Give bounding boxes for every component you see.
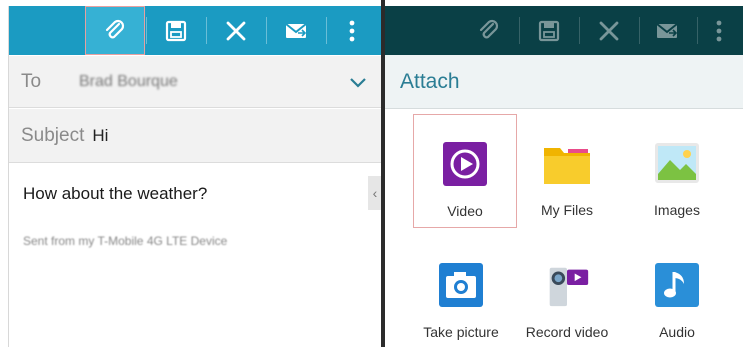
paperclip-icon (105, 19, 125, 38)
save-icon (538, 20, 560, 41)
panel-handle[interactable]: ‹ (368, 176, 382, 210)
attach-button[interactable] (85, 6, 145, 55)
attach-item-audio[interactable]: Audio (625, 236, 729, 347)
attach-title: Attach (400, 69, 460, 93)
compose-panel: To Brad Bourque Subject Hi How about the… (8, 6, 382, 347)
close-icon (226, 21, 246, 40)
attach-panel: Attach Video My Files Images Take pictur… (385, 6, 743, 347)
chevron-down-icon[interactable] (348, 72, 368, 92)
attach-item-label: Take picture (423, 324, 499, 340)
send-icon (285, 22, 307, 38)
discard-button-dimmed (579, 6, 639, 55)
music-note-icon (652, 260, 702, 310)
close-icon (599, 21, 619, 40)
more-options-button-dimmed (695, 6, 743, 55)
more-options-button[interactable] (322, 6, 382, 55)
chevron-left-icon: ‹ (372, 185, 378, 201)
compose-toolbar (9, 6, 382, 55)
folder-icon (542, 138, 592, 188)
attach-item-label: My Files (540, 202, 594, 218)
body-text: How about the weather? (23, 184, 208, 203)
to-label: To (21, 70, 42, 92)
attach-item-my-files[interactable]: My Files (515, 114, 619, 228)
subject-value[interactable]: Hi (92, 126, 108, 146)
attach-header: Attach (385, 55, 743, 109)
attach-item-label: Images (654, 202, 700, 218)
discard-button[interactable] (206, 6, 266, 55)
camera-icon (436, 260, 486, 310)
subject-label: Subject (21, 124, 85, 146)
send-icon (656, 22, 678, 38)
attach-item-video[interactable]: Video (413, 114, 517, 228)
attach-item-label: Audio (659, 324, 695, 340)
more-icon (349, 20, 355, 41)
save-button-dimmed (519, 6, 579, 55)
subject-field[interactable]: Subject Hi (9, 109, 382, 163)
attach-item-images[interactable]: Images (625, 114, 729, 228)
image-icon (652, 138, 702, 188)
signature-text: Sent from my T-Mobile 4G LTE Device (23, 234, 228, 248)
send-button-dimmed (637, 6, 697, 55)
save-button[interactable] (146, 6, 206, 55)
recipient-value[interactable]: Brad Bourque (79, 73, 178, 91)
to-field[interactable]: To Brad Bourque (9, 56, 382, 108)
save-icon (165, 20, 187, 41)
paperclip-icon (479, 19, 499, 38)
send-button[interactable] (266, 6, 326, 55)
attach-item-take-picture[interactable]: Take picture (409, 236, 513, 347)
more-icon (716, 20, 722, 41)
attach-item-label: Record video (525, 324, 609, 340)
attach-item-record-video[interactable]: Record video (515, 236, 619, 347)
video-icon (440, 139, 490, 189)
message-body[interactable]: How about the weather? Sent from my T-Mo… (9, 164, 382, 347)
dimmed-toolbar (385, 6, 743, 55)
camcorder-icon (542, 260, 592, 310)
attach-button-dimmed (459, 6, 519, 55)
attach-item-label: Video (447, 203, 483, 219)
